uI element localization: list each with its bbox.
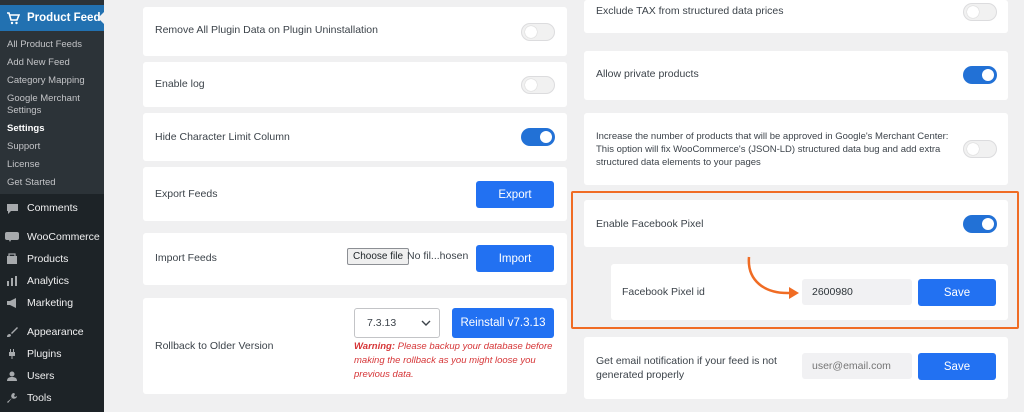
remove-data-toggle[interactable]: [521, 23, 555, 41]
setting-label: Increase the number of products that wil…: [596, 131, 949, 168]
sidebar-item-plugins[interactable]: Plugins: [0, 343, 104, 365]
admin-sidebar: Product Feed All Product Feeds Add New F…: [0, 0, 104, 412]
brush-icon: [5, 325, 19, 339]
toggle-knob: [982, 218, 994, 230]
setting-email-notification: Get email notification if your feed is n…: [584, 337, 1008, 399]
setting-export-feeds: Export Feeds Export: [143, 167, 567, 221]
submenu-get-started[interactable]: Get Started: [0, 174, 104, 192]
submenu-category-mapping[interactable]: Category Mapping: [0, 72, 104, 90]
facebook-pixel-toggle[interactable]: [963, 215, 997, 233]
sidebar-item-label: Comments: [27, 202, 78, 214]
megaphone-icon: [5, 296, 19, 310]
setting-label: Allow private products: [596, 68, 699, 80]
sidebar-item-tools[interactable]: Tools: [0, 387, 104, 409]
toggle-knob: [982, 69, 994, 81]
setting-remove-data: Remove All Plugin Data on Plugin Uninsta…: [143, 7, 567, 56]
sidebar-item-label: Marketing: [27, 297, 74, 309]
version-select[interactable]: 7.3.13: [354, 308, 440, 338]
email-input[interactable]: [802, 353, 912, 379]
toggle-knob: [967, 6, 979, 18]
setting-label: Export Feeds: [155, 188, 218, 200]
toggle-knob: [967, 143, 979, 155]
sidebar-item-product-feed[interactable]: Product Feed: [0, 5, 104, 31]
sidebar-item-comments[interactable]: Comments: [0, 197, 104, 219]
setting-pixel-id: Facebook Pixel id 2600980 Save: [611, 264, 1008, 320]
sidebar-item-label: Analytics: [27, 275, 70, 287]
sidebar-item-label: Products: [27, 253, 69, 265]
chevron-down-icon: [421, 318, 431, 330]
setting-label: Hide Character Limit Column: [155, 131, 290, 143]
sidebar-item-label: Users: [27, 370, 55, 382]
pixel-save-button[interactable]: Save: [918, 279, 996, 306]
setting-label: Enable log: [155, 78, 205, 90]
sidebar-item-label: Product Feed: [27, 12, 101, 24]
choose-file-button[interactable]: Choose file: [347, 248, 409, 265]
products-icon: [5, 252, 19, 266]
user-icon: [5, 369, 19, 383]
toggle-knob: [525, 79, 537, 91]
submenu-support[interactable]: Support: [0, 138, 104, 156]
export-button[interactable]: Export: [476, 181, 554, 208]
import-button[interactable]: Import: [476, 245, 554, 272]
cart-icon: [6, 11, 20, 25]
sidebar-item-analytics[interactable]: Analytics: [0, 270, 104, 292]
setting-private-products: Allow private products: [584, 51, 1008, 100]
sidebar-item-label: WooCommerce: [27, 231, 100, 243]
setting-rollback: Rollback to Older Version 7.3.13 Reinsta…: [143, 298, 567, 394]
warning-label: Warning:: [354, 341, 395, 352]
rollback-warning: Warning: Please backup your database bef…: [354, 340, 564, 382]
sidebar-item-products[interactable]: Products: [0, 248, 104, 270]
submenu-license[interactable]: License: [0, 156, 104, 174]
sidebar-item-marketing[interactable]: Marketing: [0, 292, 104, 314]
setting-label: Enable Facebook Pixel: [596, 218, 704, 230]
setting-label: Get email notification if your feed is n…: [596, 355, 777, 381]
sidebar-submenu: All Product Feeds Add New Feed Category …: [0, 31, 104, 194]
active-notch: [98, 12, 104, 24]
toggle-knob: [525, 26, 537, 38]
setting-import-feeds: Import Feeds Choose file No fil...hosen …: [143, 233, 567, 285]
enable-log-toggle[interactable]: [521, 76, 555, 94]
setting-label: Remove All Plugin Data on Plugin Uninsta…: [155, 24, 378, 36]
toggle-knob: [540, 131, 552, 143]
sidebar-item-users[interactable]: Users: [0, 365, 104, 387]
setting-exclude-tax: Exclude TAX from structured data prices: [584, 0, 1008, 33]
sidebar-item-woocommerce[interactable]: WooCommerce: [0, 226, 104, 248]
submenu-all-feeds[interactable]: All Product Feeds: [0, 36, 104, 54]
setting-label: Exclude TAX from structured data prices: [596, 5, 784, 17]
comment-icon: [5, 201, 19, 215]
setting-increase-products: Increase the number of products that wil…: [584, 113, 1008, 185]
file-status: No fil...hosen: [407, 250, 469, 262]
submenu-add-feed[interactable]: Add New Feed: [0, 54, 104, 72]
setting-hide-char-limit: Hide Character Limit Column: [143, 113, 567, 161]
sidebar-item-label: Appearance: [27, 326, 84, 338]
setting-label: Rollback to Older Version: [155, 340, 274, 352]
hide-char-toggle[interactable]: [521, 128, 555, 146]
sidebar-item-label: Tools: [27, 392, 52, 404]
setting-label: Facebook Pixel id: [622, 286, 705, 298]
arrow-annotation-icon: [747, 256, 799, 299]
email-save-button[interactable]: Save: [918, 353, 996, 380]
analytics-icon: [5, 274, 19, 288]
plug-icon: [5, 347, 19, 361]
reinstall-button[interactable]: Reinstall v7.3.13: [452, 308, 554, 338]
pixel-id-input[interactable]: 2600980: [802, 279, 912, 305]
exclude-tax-toggle[interactable]: [963, 3, 997, 21]
selected-version: 7.3.13: [367, 317, 397, 329]
woo-icon: [5, 230, 19, 244]
setting-enable-log: Enable log: [143, 62, 567, 107]
increase-products-toggle[interactable]: [963, 140, 997, 158]
private-products-toggle[interactable]: [963, 66, 997, 84]
setting-facebook-pixel: Enable Facebook Pixel: [584, 200, 1008, 247]
setting-label: Import Feeds: [155, 252, 217, 264]
sidebar-item-label: Plugins: [27, 348, 62, 360]
submenu-settings[interactable]: Settings: [0, 120, 104, 138]
sidebar-item-appearance[interactable]: Appearance: [0, 321, 104, 343]
wrench-icon: [5, 391, 19, 405]
submenu-google-merchant[interactable]: Google Merchant Settings: [0, 90, 90, 120]
